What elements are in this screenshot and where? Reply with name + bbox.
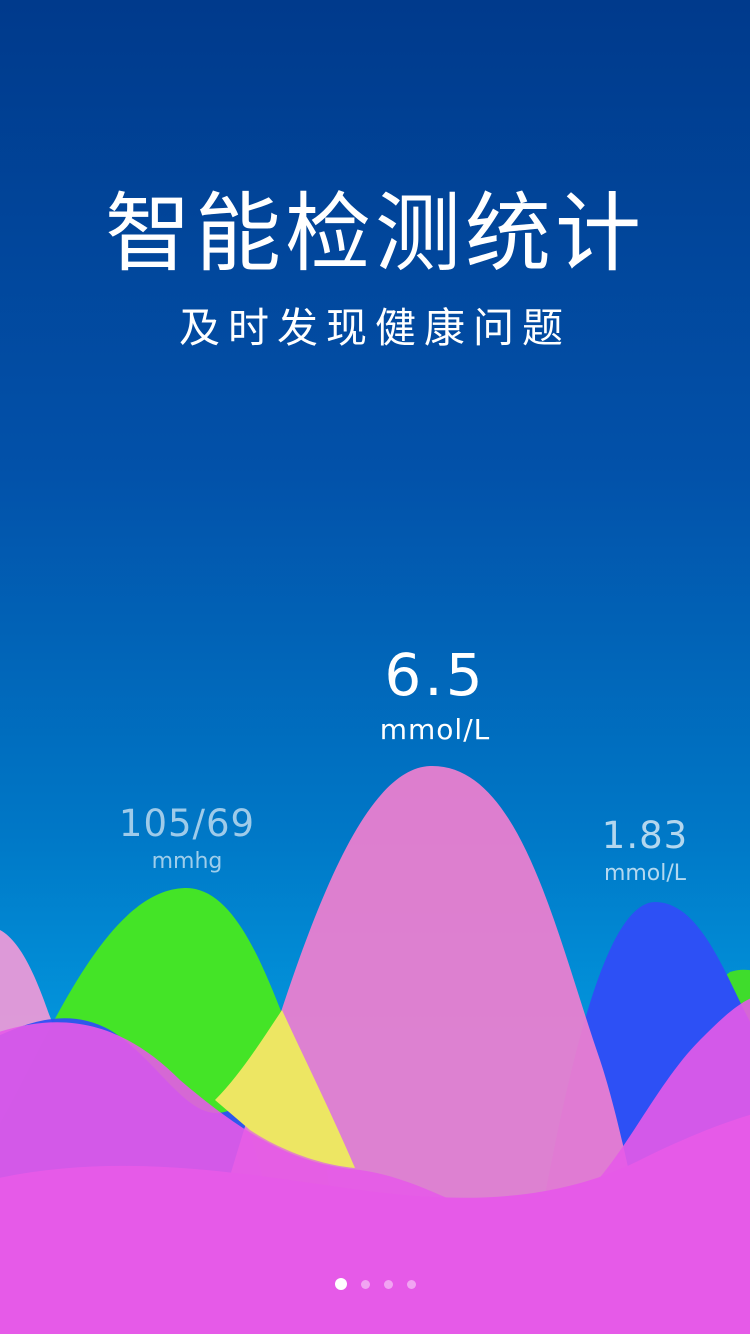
blood-glucose-unit: mmol/L: [379, 713, 491, 746]
blood-lipid-unit: mmol/L: [603, 861, 687, 886]
blood-lipid-value: 1.83: [601, 814, 689, 857]
page-indicator: [0, 1277, 750, 1291]
page-dot-3[interactable]: [383, 1279, 393, 1289]
onboarding-screen[interactable]: 智能检测统计 及时发现健康问题 6.5 mmol/L 105/69 mmhg 1…: [0, 0, 750, 1334]
page-dot-2[interactable]: [360, 1279, 370, 1289]
blood-glucose-value: 6.5: [384, 641, 486, 709]
blood-pressure-value: 105/69: [118, 802, 256, 845]
page-dot-1[interactable]: [334, 1278, 347, 1290]
blood-lipid-metric: 1.83 mmol/L: [565, 812, 725, 888]
page-dot-4[interactable]: [406, 1279, 416, 1289]
blood-pressure-unit: mmhg: [151, 849, 223, 874]
blood-glucose-metric: 6.5 mmol/L: [335, 640, 535, 750]
page-title: 智能检测统计: [105, 184, 645, 284]
page-subtitle: 及时发现健康问题: [179, 304, 571, 352]
blood-pressure-metric: 105/69 mmhg: [92, 800, 282, 876]
